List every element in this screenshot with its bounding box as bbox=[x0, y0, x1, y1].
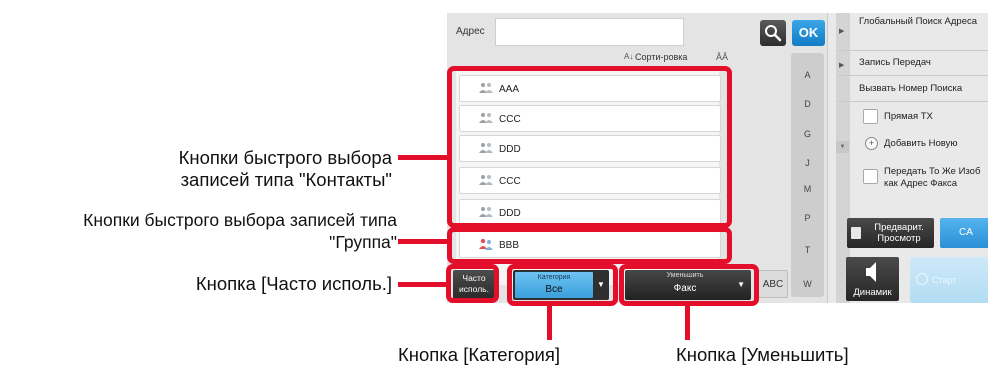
speaker-label: Динамик bbox=[853, 287, 892, 298]
group-leader-line bbox=[398, 239, 448, 244]
ca-button[interactable]: CA bbox=[940, 218, 988, 248]
index-letter[interactable]: P bbox=[791, 213, 824, 223]
alphabet-index[interactable]: A D G J M P T W bbox=[791, 53, 824, 297]
group-annotation-line1: Кнопки быстрого выбора записей типа bbox=[83, 210, 397, 230]
sort-icon: A↓ bbox=[624, 52, 634, 61]
start-icon bbox=[916, 273, 928, 285]
index-letter[interactable]: A bbox=[791, 70, 824, 80]
frequent-callout-box bbox=[446, 264, 499, 303]
divider bbox=[837, 75, 988, 76]
index-letter[interactable]: W bbox=[791, 279, 824, 289]
contacts-leader-line bbox=[398, 155, 448, 160]
add-new-button[interactable]: Добавить Новую bbox=[884, 138, 957, 149]
address-input[interactable] bbox=[495, 18, 684, 46]
scroll-down-icon[interactable]: ▼ bbox=[836, 141, 849, 153]
global-search-button[interactable]: Глобальный Поиск Адреса bbox=[859, 16, 979, 27]
sort-label: Сорти-ровка bbox=[635, 52, 688, 62]
index-letter[interactable]: T bbox=[791, 245, 824, 255]
divider bbox=[837, 50, 988, 51]
index-letter[interactable]: G bbox=[791, 129, 824, 139]
index-letter[interactable]: D bbox=[791, 99, 824, 109]
address-label: Адрес bbox=[456, 26, 485, 37]
ok-button[interactable]: OK bbox=[792, 20, 825, 46]
contacts-annotation-line2: записей типа "Контакты" bbox=[180, 169, 392, 190]
play-arrow-icon: ▶ bbox=[839, 28, 845, 35]
same-image-label-line2: как Адрес Факса bbox=[884, 178, 958, 189]
same-image-label-line1: Передать То Же Изоб bbox=[884, 166, 981, 177]
preview-button[interactable]: Предварит. Просмотр bbox=[847, 218, 934, 248]
start-label: Старт bbox=[932, 275, 957, 285]
preview-label: Предварит. Просмотр bbox=[865, 222, 933, 244]
direct-tx-label: Прямая TX bbox=[884, 111, 933, 122]
speaker-icon bbox=[866, 262, 876, 282]
category-leader-line bbox=[547, 306, 552, 340]
category-annotation: Кнопка [Категория] bbox=[398, 344, 560, 365]
contacts-annotation-line1: Кнопки быстрого выбора bbox=[178, 147, 392, 168]
preview-label-line2: Просмотр bbox=[877, 233, 921, 244]
recall-search-button[interactable]: Вызвать Номер Поиска bbox=[859, 83, 962, 94]
contacts-callout-box bbox=[447, 66, 732, 228]
send-log-button[interactable]: Запись Передач bbox=[859, 57, 931, 68]
arrow-icon: ▶ bbox=[839, 62, 845, 69]
abc-button[interactable]: ABC bbox=[758, 270, 788, 298]
frequent-annotation: Кнопка [Часто исполь.] bbox=[195, 273, 392, 294]
index-letter[interactable]: J bbox=[791, 158, 824, 168]
plus-icon: + bbox=[865, 137, 878, 150]
document-icon bbox=[851, 227, 861, 239]
same-image-checkbox[interactable] bbox=[863, 169, 878, 184]
reduce-leader-line bbox=[685, 306, 690, 340]
start-button[interactable]: Старт bbox=[910, 257, 988, 303]
divider bbox=[837, 101, 988, 102]
contacts-annotation: Кнопки быстрого выбора записей типа "Кон… bbox=[179, 147, 392, 191]
speaker-button[interactable]: Динамик bbox=[846, 257, 899, 301]
group-annotation: Кнопки быстрого выбора записей типа "Гру… bbox=[83, 209, 397, 253]
search-button[interactable] bbox=[760, 20, 786, 46]
preview-label-line1: Предварит. bbox=[874, 222, 924, 233]
direct-tx-checkbox[interactable] bbox=[863, 109, 878, 124]
sort-button[interactable]: A↓ Сорти-ровка bbox=[623, 48, 708, 66]
index-letter[interactable]: M bbox=[791, 184, 824, 194]
frequent-leader-line bbox=[398, 282, 447, 287]
search-icon bbox=[765, 25, 782, 42]
sort-order-button[interactable]: ĀĀ bbox=[713, 49, 731, 65]
reduce-callout-box bbox=[619, 264, 759, 306]
category-callout-box bbox=[507, 264, 618, 306]
group-annotation-line2: "Группа" bbox=[329, 232, 397, 252]
reduce-annotation: Кнопка [Уменьшить] bbox=[676, 344, 849, 365]
group-callout-box bbox=[447, 227, 732, 264]
